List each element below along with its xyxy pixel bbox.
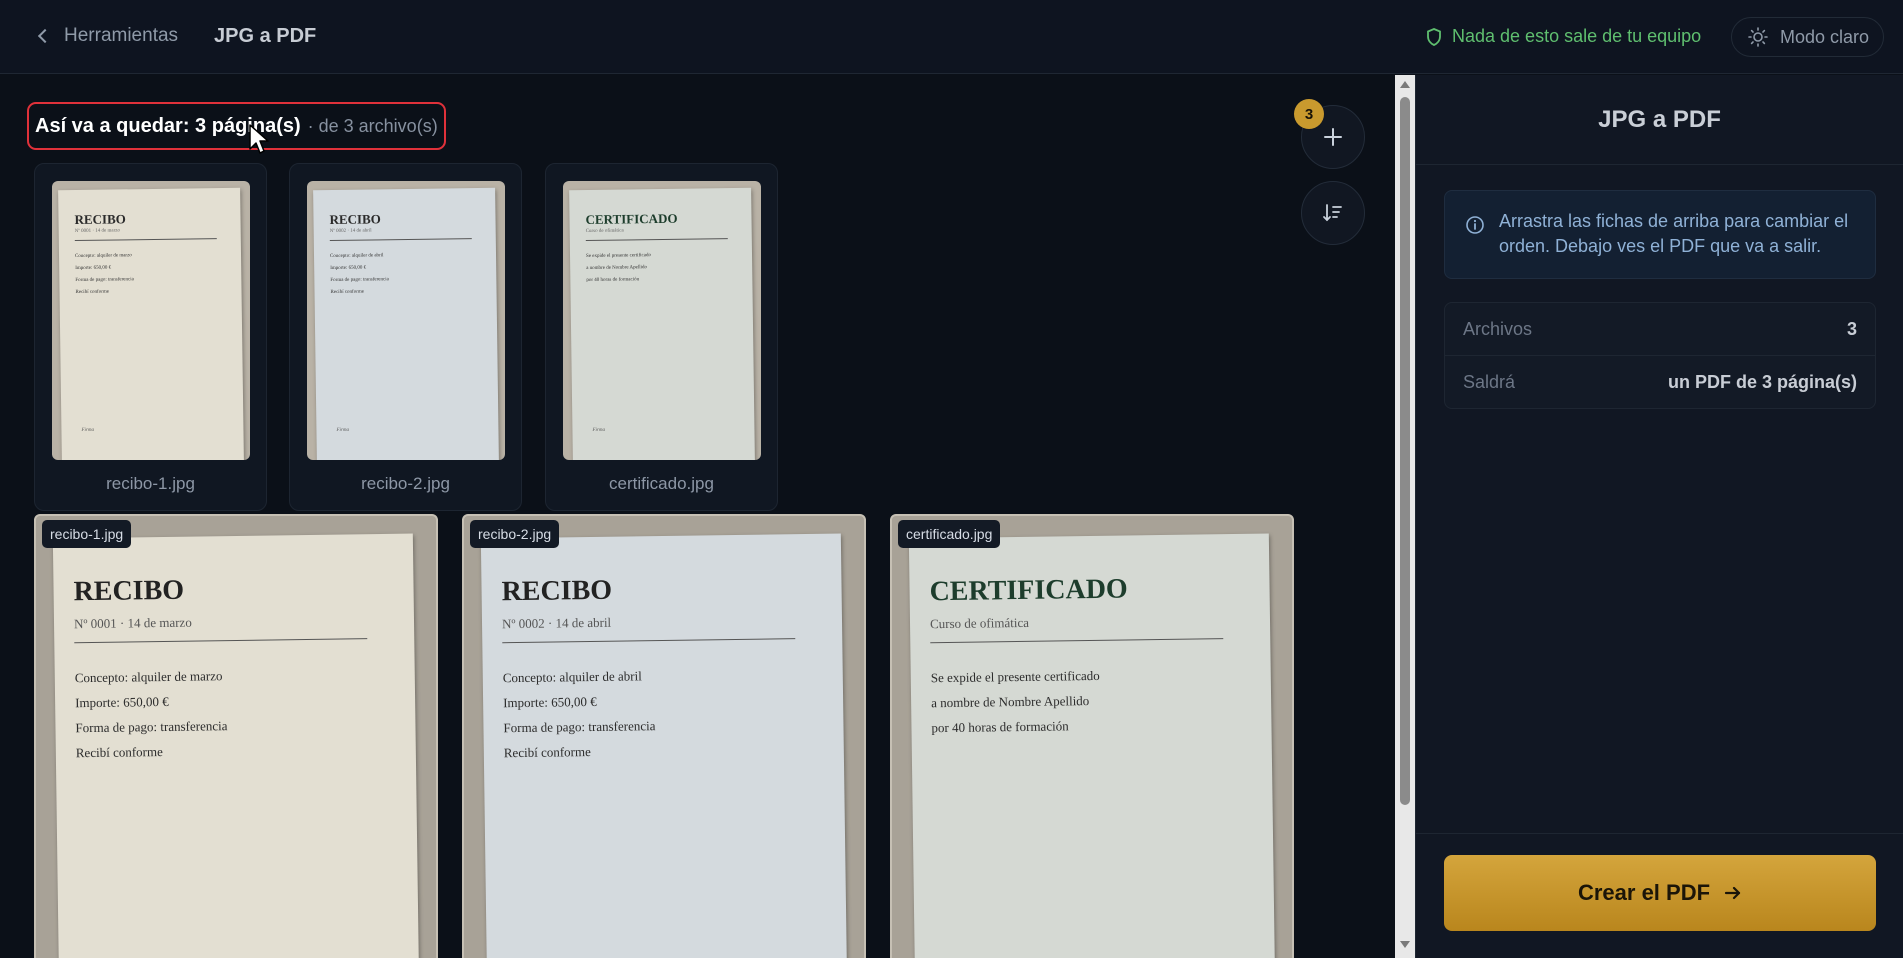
doc-subtitle: Nº 0001 · 14 de marzo (73, 614, 192, 632)
doc-title: RECIBO (501, 574, 613, 608)
create-pdf-label: Crear el PDF (1577, 880, 1711, 905)
doc-line: Importe: 650,00 € (503, 693, 597, 711)
file-card[interactable]: RECIBO Nº 0001 · 14 de marzo Concepto: a… (34, 163, 267, 511)
scrollbar-thumb[interactable] (1400, 97, 1410, 805)
doc-line: Forma de pago: transferencia (75, 718, 228, 736)
sort-icon (1323, 204, 1342, 222)
preview-area: Así va a quedar: 3 página(s) · de 3 arch… (0, 75, 1395, 958)
doc-line: Recibí conforme (503, 744, 591, 761)
chevron-left-icon (37, 28, 53, 44)
stat-row-files: Archivos 3 (1445, 303, 1875, 356)
page-filename-tag: certificado.jpg (898, 520, 1001, 548)
doc-title: RECIBO (329, 211, 381, 228)
doc-line: Concepto: alquiler de abril (329, 253, 384, 260)
mode-label: Modo claro (1780, 26, 1870, 47)
doc-line: Forma de pago: transferencia (75, 277, 134, 284)
doc-title: CERTIFICADO (929, 573, 1128, 608)
pdf-page-preview: recibo-2.jpg RECIBO Nº 0002 · 14 de abri… (462, 514, 866, 958)
doc-line: Importe: 650,00 € (75, 693, 169, 711)
doc-subtitle: Curso de ofimática (929, 614, 1030, 632)
stat-key: Archivos (1463, 318, 1533, 339)
doc-subtitle: Nº 0002 · 14 de abril (329, 228, 372, 235)
doc-line: Importe: 650,00 € (75, 265, 112, 272)
stat-value: 3 (1846, 318, 1857, 339)
doc-title: RECIBO (73, 574, 185, 608)
mouse-pointer-icon (249, 124, 269, 154)
doc-line: Recibí conforme (75, 744, 163, 761)
doc-line: Recibí conforme (75, 289, 110, 296)
pdf-page-preview: recibo-1.jpg RECIBO Nº 0001 · 14 de marz… (34, 514, 438, 958)
doc-line: por 40 horas de formación (931, 718, 1069, 736)
doc-line: Se expide el presente certificado (585, 253, 652, 260)
file-card[interactable]: RECIBO Nº 0002 · 14 de abril Concepto: a… (289, 163, 522, 511)
doc-subtitle: Curso de ofimática (585, 228, 624, 235)
sun-icon (1748, 27, 1768, 47)
info-text: Arrastra las fichas de arriba para cambi… (1499, 211, 1849, 256)
doc-line: Forma de pago: transferencia (503, 718, 656, 736)
sort-button[interactable] (1301, 181, 1365, 245)
file-card[interactable]: CERTIFICADO Curso de ofimática Se expide… (545, 163, 778, 511)
file-thumbnail: RECIBO Nº 0002 · 14 de abril Concepto: a… (307, 181, 505, 460)
file-thumbnail: CERTIFICADO Curso de ofimática Se expide… (563, 181, 761, 460)
doc-line: Concepto: alquiler de marzo (74, 668, 223, 686)
create-pdf-button[interactable]: Crear el PDF (1444, 855, 1876, 931)
top-bar: Herramientas JPG a PDF Nada de esto sale… (0, 0, 1903, 74)
doc-line: Importe: 650,00 € (330, 265, 367, 272)
file-name: recibo-2.jpg (361, 474, 450, 493)
doc-subtitle: Nº 0002 · 14 de abril (501, 614, 612, 632)
doc-signature: Firma (81, 427, 94, 433)
summary-files: · de 3 archivo(s) (307, 115, 438, 136)
doc-title: RECIBO (74, 211, 126, 228)
info-box: Arrastra las fichas de arriba para cambi… (1444, 190, 1876, 279)
info-icon (1466, 216, 1484, 234)
panel-footer: Crear el PDF (1416, 833, 1903, 958)
back-to-tools-link[interactable]: Herramientas (36, 25, 178, 47)
stats-box: Archivos 3 Saldrá un PDF de 3 página(s) (1444, 302, 1876, 409)
file-name: recibo-1.jpg (106, 474, 195, 493)
doc-subtitle: Nº 0001 · 14 de marzo (74, 228, 121, 235)
file-name: certificado.jpg (609, 474, 714, 493)
doc-signature: Firma (592, 427, 605, 433)
scroll-up-icon[interactable] (1400, 81, 1410, 88)
arrow-right-icon (1724, 886, 1741, 900)
stat-key: Saldrá (1463, 372, 1516, 392)
privacy-text: Nada de esto sale de tu equipo (1452, 26, 1702, 46)
shield-icon (1427, 27, 1441, 46)
page-filename-tag: recibo-1.jpg (42, 520, 132, 548)
stat-value: un PDF de 3 página(s) (1667, 372, 1857, 392)
result-summary: Así va a quedar: 3 página(s) · de 3 arch… (27, 102, 446, 150)
doc-line: Recibí conforme (330, 289, 365, 296)
pdf-page-preview: certificado.jpg CERTIFICADO Curso de ofi… (890, 514, 1294, 958)
panel-title: JPG a PDF (1416, 75, 1903, 165)
file-thumbnail: RECIBO Nº 0001 · 14 de marzo Concepto: a… (52, 181, 250, 460)
page-title: JPG a PDF (214, 25, 317, 47)
back-label: Herramientas (64, 25, 179, 46)
privacy-notice: Nada de esto sale de tu equipo (1426, 26, 1701, 47)
light-mode-toggle[interactable]: Modo claro (1731, 17, 1884, 57)
doc-line: por 40 horas de formación (586, 277, 640, 284)
vertical-scrollbar[interactable] (1395, 75, 1415, 958)
plus-icon (1324, 128, 1342, 146)
doc-line: Concepto: alquiler de marzo (74, 253, 132, 260)
doc-title: CERTIFICADO (585, 210, 678, 228)
stat-row-output: Saldrá un PDF de 3 página(s) (1445, 356, 1875, 409)
doc-line: Concepto: alquiler de abril (502, 668, 642, 686)
file-count-badge: 3 (1294, 99, 1324, 129)
doc-line: a nombre de Nombre Apellido (931, 693, 1090, 711)
doc-line: a nombre de Nombre Apellido (586, 265, 648, 272)
doc-signature: Firma (336, 427, 349, 433)
page-filename-tag: recibo-2.jpg (470, 520, 560, 548)
doc-line: Forma de pago: transferencia (330, 277, 389, 284)
doc-line: Se expide el presente certificado (930, 667, 1100, 686)
scroll-down-icon[interactable] (1400, 941, 1410, 948)
side-panel: JPG a PDF Arrastra las fichas de arriba … (1415, 75, 1903, 958)
